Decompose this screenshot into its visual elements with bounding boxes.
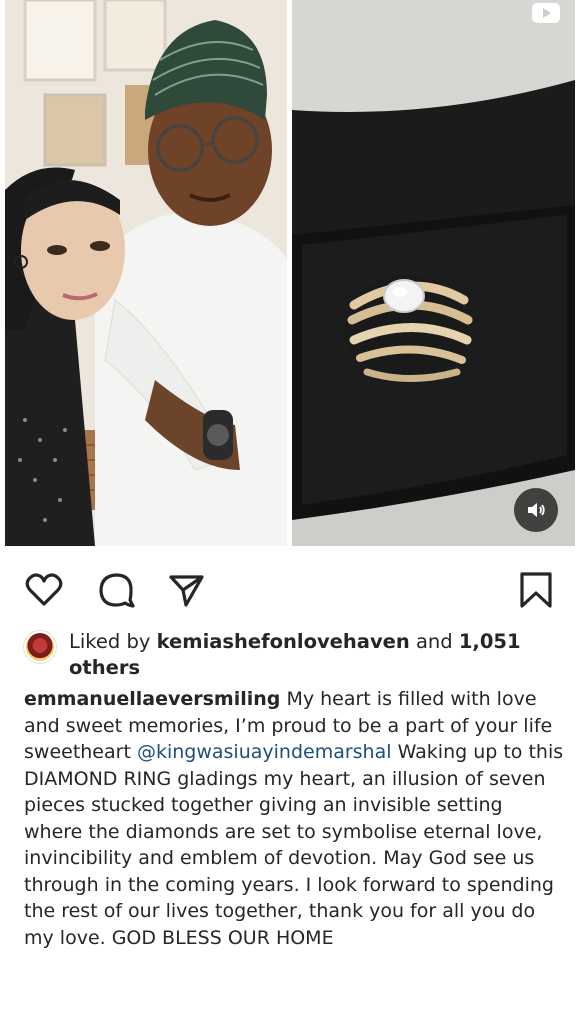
sound-toggle-button[interactable] bbox=[514, 488, 558, 532]
speaker-icon bbox=[528, 503, 545, 517]
ring-box-illustration bbox=[292, 0, 575, 546]
heart-icon[interactable] bbox=[24, 570, 64, 610]
liked-by-prefix: Liked by bbox=[69, 630, 151, 653]
youtube-play-icon[interactable] bbox=[531, 2, 561, 24]
liked-by-row: Liked by kemiashefonlovehaven and 1,051 … bbox=[0, 628, 580, 684]
couple-selfie-illustration bbox=[5, 0, 287, 546]
bookmark-icon[interactable] bbox=[516, 570, 556, 610]
diamond-ring-video[interactable] bbox=[292, 0, 575, 546]
couple-selfie-photo[interactable] bbox=[5, 0, 287, 546]
caption-text-end: Waking up to this DIAMOND RING gladings … bbox=[24, 741, 564, 949]
send-icon[interactable] bbox=[166, 570, 206, 610]
post-caption: emmanuellaeversmiling My heart is filled… bbox=[24, 686, 564, 951]
liker-username[interactable]: kemiashefonlovehaven bbox=[157, 630, 410, 653]
post-action-bar bbox=[0, 548, 580, 628]
liked-by-and: and bbox=[415, 630, 453, 653]
likes-count[interactable]: 1,051 bbox=[459, 630, 521, 653]
post-media bbox=[0, 0, 580, 548]
likes-others[interactable]: others bbox=[69, 656, 140, 679]
comment-icon[interactable] bbox=[96, 570, 136, 610]
caption-username[interactable]: emmanuellaeversmiling bbox=[24, 688, 280, 710]
liker-avatar[interactable] bbox=[24, 631, 56, 663]
liked-by-text[interactable]: Liked by kemiashefonlovehaven and 1,051 … bbox=[69, 629, 559, 681]
caption-mention[interactable]: @kingwasiuayindemarshal bbox=[137, 741, 392, 763]
